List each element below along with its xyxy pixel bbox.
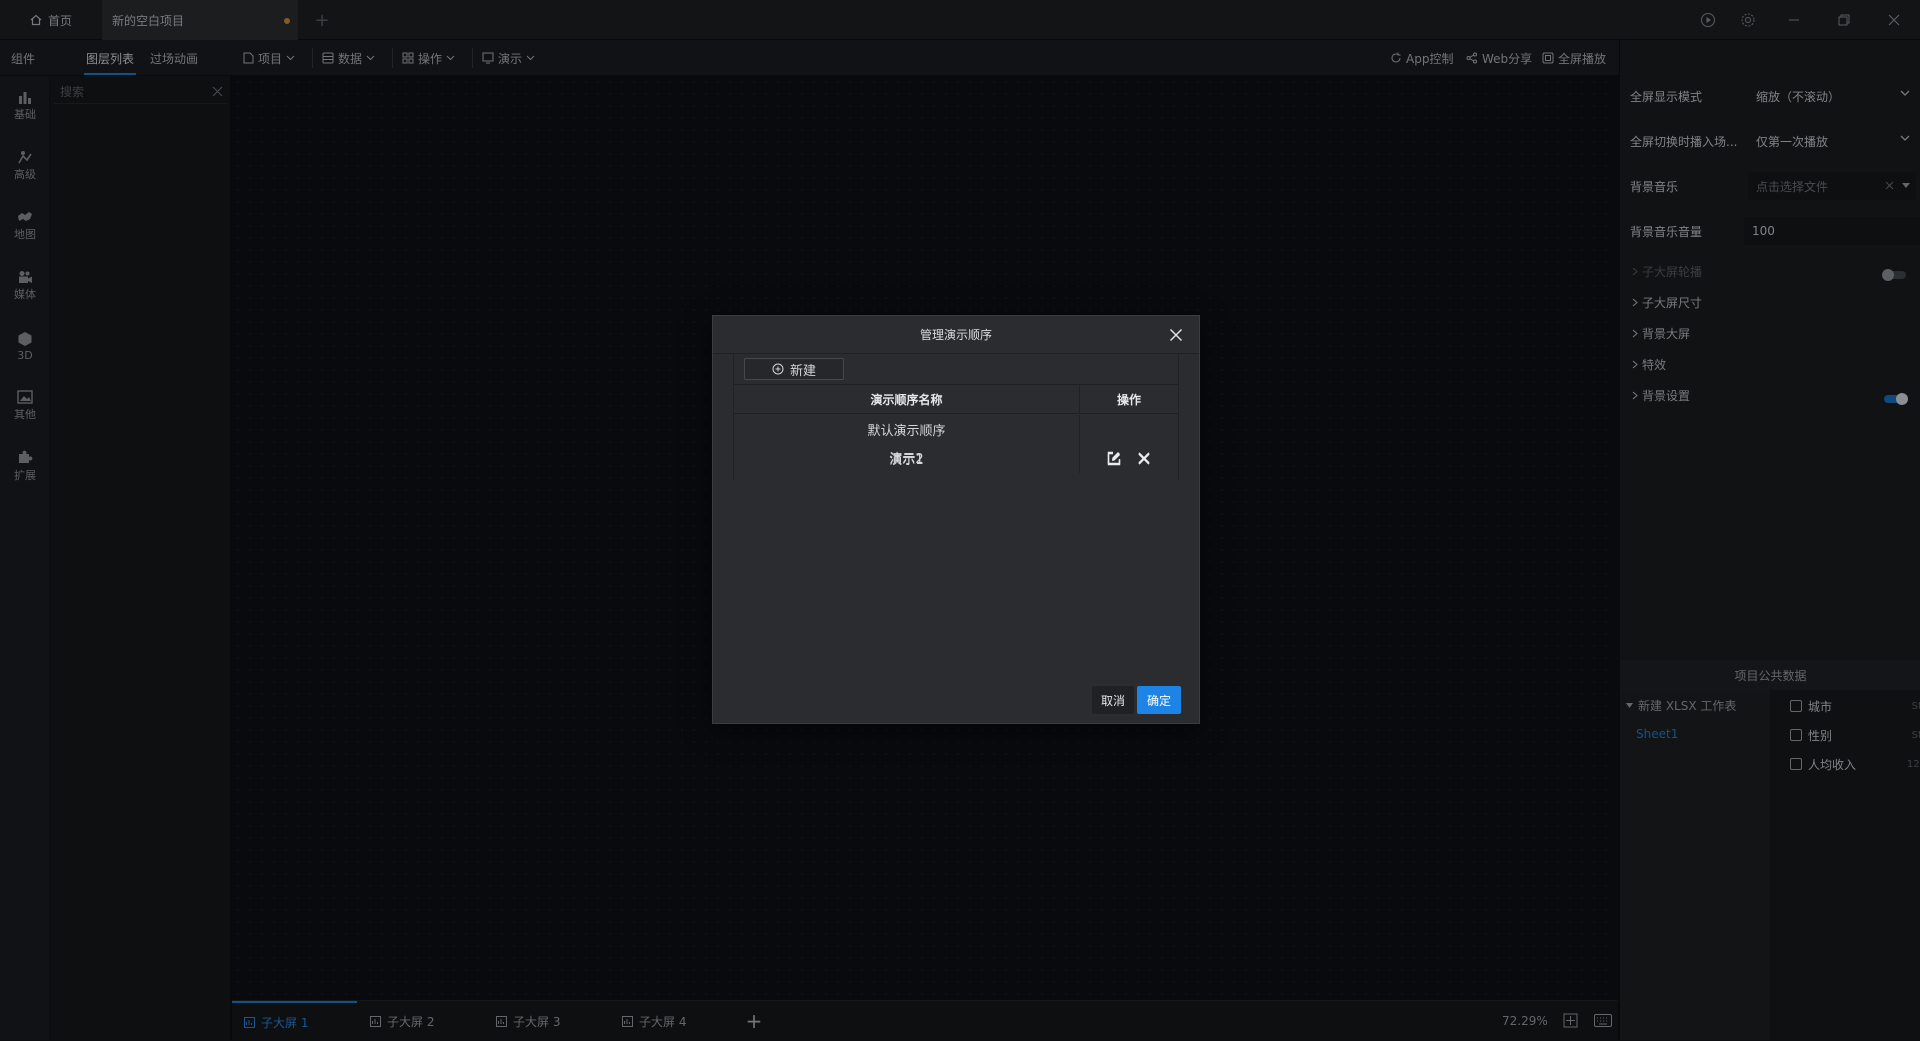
presentation-name: 演示2 [734,443,1080,472]
presentation-name: 默认演示顺序 [734,415,1080,444]
close-icon[interactable] [1169,328,1183,342]
cancel-button[interactable]: 取消 [1092,686,1134,714]
table-row[interactable]: 默认演示顺序 [734,415,1178,444]
table-row[interactable]: 演示2 [733,443,1179,472]
confirm-button[interactable]: 确定 [1137,686,1181,714]
dialog-header: 管理演示顺序 [713,316,1199,354]
plus-circle-icon [772,363,784,375]
dialog-title: 管理演示顺序 [919,328,992,342]
row-actions [1080,415,1178,444]
new-button-label: 新建 [789,363,816,379]
manage-presentation-order-dialog: 管理演示顺序 新建 演示顺序名称 操作 默认演示顺序 演示1 演示2 取消 确定 [712,315,1200,724]
new-presentation-button[interactable]: 新建 [744,358,844,380]
column-header-name: 演示顺序名称 [734,385,1080,413]
table-header: 演示顺序名称 操作 [734,384,1178,414]
table-row[interactable] [734,473,1178,480]
edit-icon[interactable] [1106,450,1122,466]
row-actions [1080,443,1178,472]
delete-icon[interactable] [1136,450,1152,466]
column-header-operation: 操作 [1116,392,1141,407]
